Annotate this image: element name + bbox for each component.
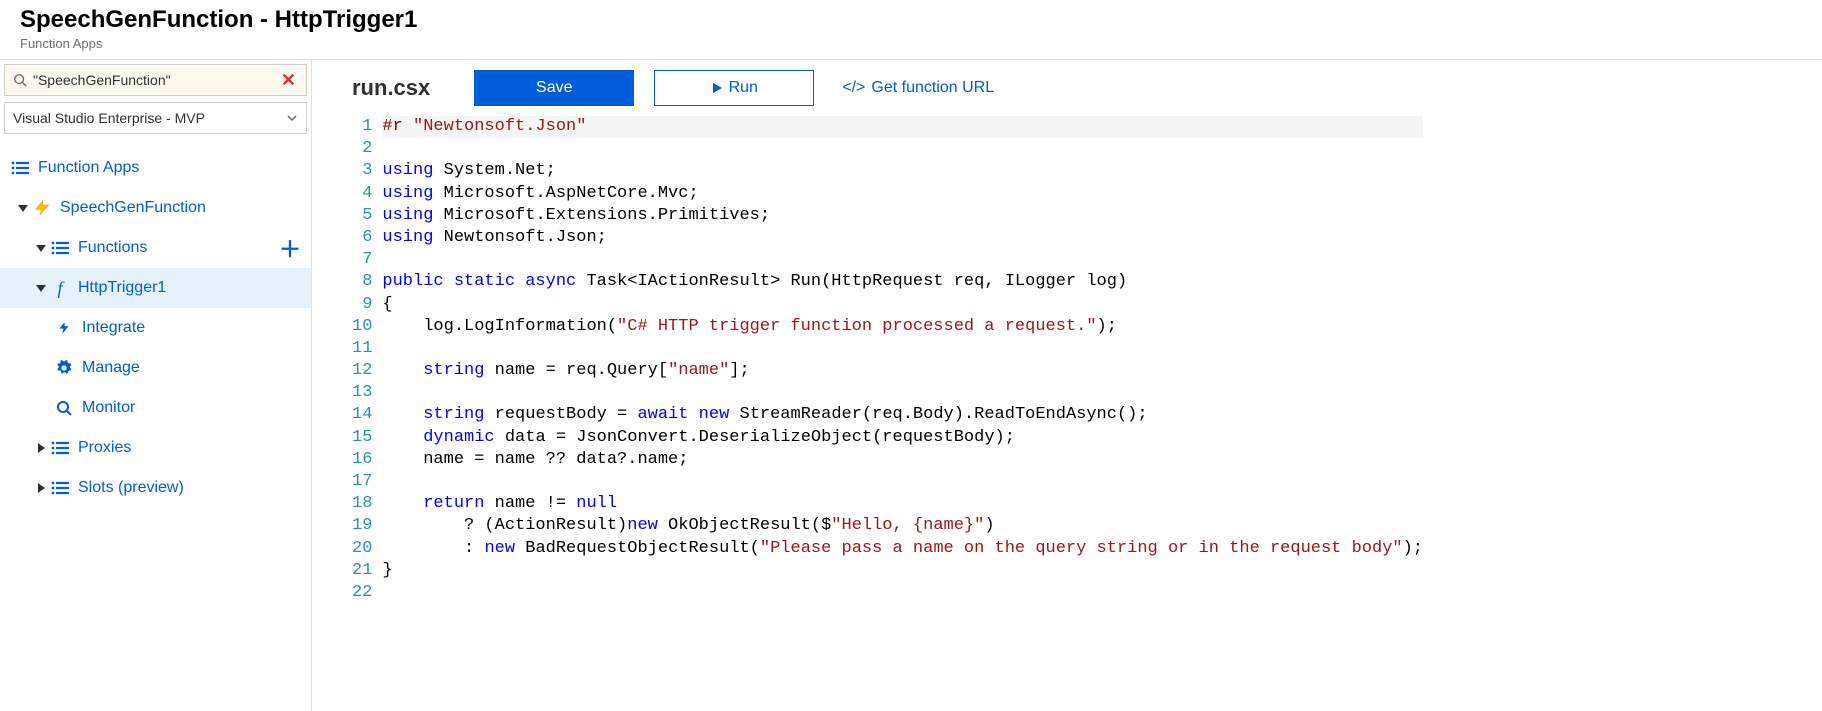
line-gutter: 12345678910111213141516171819202122 <box>352 116 382 604</box>
magnify-icon <box>54 398 74 418</box>
tree-label: Slots (preview) <box>78 479 184 497</box>
tree-monitor[interactable]: Monitor <box>0 388 311 428</box>
list-icon <box>50 478 70 498</box>
tree-label: Manage <box>82 359 140 377</box>
editor-pane: run.csx Save Run </> Get function URL 12… <box>312 60 1822 711</box>
tree-label: Function Apps <box>38 159 139 177</box>
tree-label: Functions <box>78 239 147 257</box>
tree-integrate[interactable]: Integrate <box>0 308 311 348</box>
function-icon: f <box>50 278 70 298</box>
subscription-label: Visual Studio Enterprise - MVP <box>13 110 205 126</box>
tree-label: Monitor <box>82 399 135 417</box>
list-icon <box>50 238 70 258</box>
list-icon <box>10 158 30 178</box>
run-button[interactable]: Run <box>654 70 814 106</box>
subscription-dropdown[interactable]: Visual Studio Enterprise - MVP <box>4 102 307 134</box>
caret-right-icon <box>36 443 46 453</box>
tree-label: Proxies <box>78 439 131 457</box>
add-function-icon[interactable]: ＋ <box>279 232 301 264</box>
play-icon <box>711 82 723 94</box>
page-subtitle: Function Apps <box>20 36 1802 51</box>
function-app-icon <box>32 198 52 218</box>
tree-label: HttpTrigger1 <box>78 279 166 297</box>
tree-slots[interactable]: Slots (preview) <box>0 468 311 508</box>
caret-down-icon <box>18 203 28 213</box>
page-header: SpeechGenFunction - HttpTrigger1 Functio… <box>0 0 1822 60</box>
code-editor[interactable]: 12345678910111213141516171819202122 #r "… <box>312 116 1822 604</box>
chevron-down-icon <box>286 112 298 124</box>
sidebar: ✕ Visual Studio Enterprise - MVP Functio… <box>0 60 312 711</box>
tree-manage[interactable]: Manage <box>0 348 311 388</box>
search-input[interactable] <box>33 72 279 88</box>
editor-toolbar: run.csx Save Run </> Get function URL <box>312 60 1822 116</box>
page-title: SpeechGenFunction - HttpTrigger1 <box>20 6 1802 34</box>
get-function-url-link[interactable]: </> Get function URL <box>842 79 994 97</box>
tree-app-speechgen[interactable]: SpeechGenFunction <box>0 188 311 228</box>
list-icon <box>50 438 70 458</box>
caret-right-icon <box>36 483 46 493</box>
gear-icon <box>54 358 74 378</box>
tree-proxies[interactable]: Proxies <box>0 428 311 468</box>
save-button[interactable]: Save <box>474 70 634 106</box>
code-content[interactable]: #r "Newtonsoft.Json" using System.Net;us… <box>382 116 1423 604</box>
caret-down-icon <box>36 243 46 253</box>
bolt-icon <box>54 318 74 338</box>
search-icon <box>13 73 27 87</box>
tree-functions[interactable]: Functions ＋ <box>0 228 311 268</box>
caret-down-icon <box>36 283 46 293</box>
tree-label: Integrate <box>82 319 145 337</box>
tree-root-function-apps[interactable]: Function Apps <box>0 148 311 188</box>
tree-trigger-http1[interactable]: f HttpTrigger1 <box>0 268 311 308</box>
tree-label: SpeechGenFunction <box>60 199 206 217</box>
search-input-wrapper[interactable]: ✕ <box>4 64 307 96</box>
code-icon: </> <box>842 79 865 97</box>
filename-label: run.csx <box>352 75 430 101</box>
nav-tree: Function Apps SpeechGenFunction Function… <box>0 144 311 512</box>
clear-search-icon[interactable]: ✕ <box>279 70 298 91</box>
